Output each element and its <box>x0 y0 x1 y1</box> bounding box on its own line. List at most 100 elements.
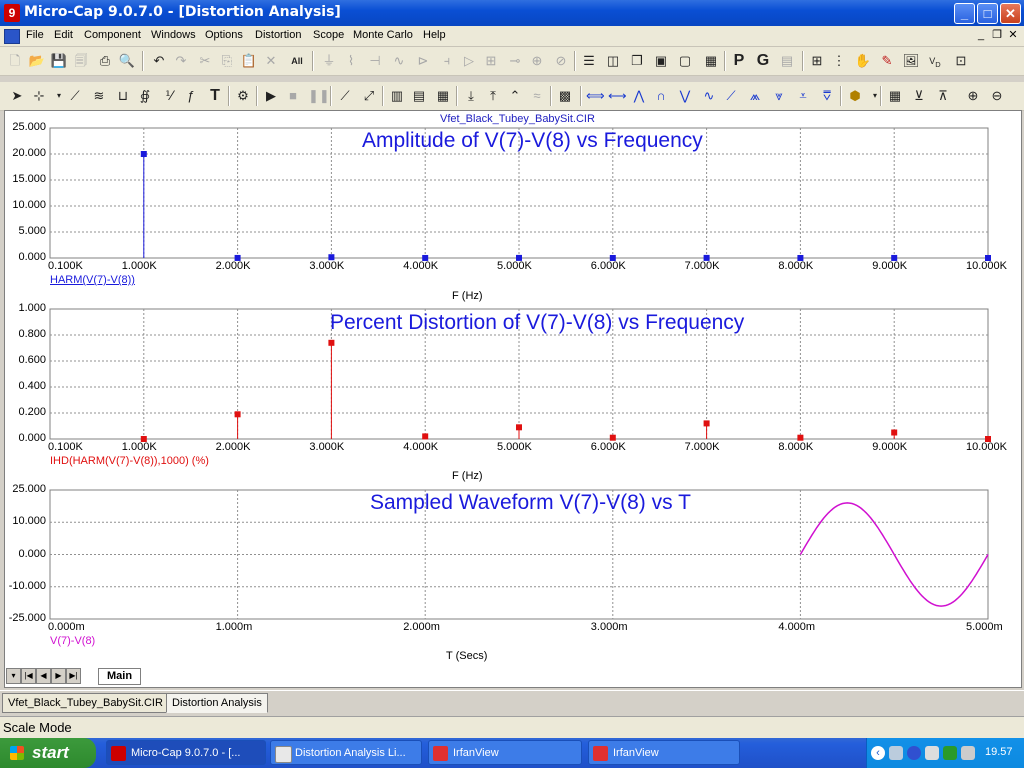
taskbar-item-label: Micro-Cap 9.0.7.0 - [... <box>131 747 241 759</box>
plot2-point <box>797 434 804 441</box>
plot1-title: Amplitude of V(7)-V(8) vs Frequency <box>362 129 703 152</box>
system-tray: ‹ 19.57 <box>866 738 1024 768</box>
plot1-xtick: 6.000K <box>590 260 626 272</box>
plot1-expression[interactable]: HARM(V(7)-V(8)) <box>50 274 135 286</box>
plot3-xtick: 3.000m <box>590 621 628 633</box>
status-bar: Scale Mode <box>0 716 1024 739</box>
page-tab-navigation: ▾ |◀ ◀ ▶ ▶| Main <box>6 668 1018 685</box>
irfanview-icon <box>593 746 608 761</box>
plot3-xtick: 4.000m <box>778 621 816 633</box>
plot2-xtick: 5.000K <box>497 441 532 453</box>
plot3-ytick: -10.000 <box>8 579 46 592</box>
plot3-xtick: 1.000m <box>215 621 253 633</box>
plot2-point <box>234 411 241 418</box>
plot2-ytick: 0.600 <box>18 354 46 366</box>
plot1-ytick: 15.000 <box>12 173 46 185</box>
plot1-ytick: 0.000 <box>18 251 46 263</box>
plot2-ytick: 1.000 <box>18 302 46 314</box>
security-icon[interactable] <box>943 746 957 760</box>
plot-graphics <box>49 127 991 620</box>
plot2-ytick: 0.400 <box>18 380 46 392</box>
device-icon[interactable] <box>961 746 975 760</box>
plot1-ytick: 25.000 <box>12 121 46 133</box>
plot1-ytick: 5.000 <box>18 225 46 237</box>
taskbar-item-irfanview-2[interactable]: IrfanView <box>588 740 740 765</box>
plot1-xtick: 0.100K <box>48 260 83 272</box>
plot2-xtick: 8.000K <box>778 441 814 453</box>
plot2-title: Percent Distortion of V(7)-V(8) vs Frequ… <box>330 311 745 334</box>
taskbar-item-irfanview-1[interactable]: IrfanView <box>428 740 582 765</box>
plot1-xtick: 8.000K <box>778 260 814 272</box>
plot2-xtick: 0.100K <box>48 441 83 453</box>
plot1-xtick: 5.000K <box>497 260 532 272</box>
taskbar-item-microcap[interactable]: Micro-Cap 9.0.7.0 - [... <box>106 740 266 765</box>
doctab-circuit[interactable]: Vfet_Black_Tubey_BabySit.CIR <box>2 693 169 713</box>
plot1-xtick: 3.000K <box>309 260 345 272</box>
plot3-ytick: 25.000 <box>12 483 46 495</box>
plot3-xtick: 2.000m <box>403 621 440 633</box>
plot1-xtick: 4.000K <box>403 260 439 272</box>
plot2-ytick: 0.200 <box>18 406 46 418</box>
doctab-distortion-analysis[interactable]: Distortion Analysis <box>166 693 268 713</box>
plot2-xtick: 3.000K <box>309 441 345 453</box>
plot2-point <box>422 433 429 440</box>
plot2-xtick: 4.000K <box>403 441 439 453</box>
plot1-xtick: 9.000K <box>872 260 908 272</box>
plot1-point <box>140 151 147 157</box>
plot1-ytick: 20.000 <box>12 147 46 159</box>
taskbar-item-label: Distortion Analysis Li... <box>295 747 406 759</box>
tab-main[interactable]: Main <box>98 668 142 685</box>
plot3-ytick: -25.000 <box>8 612 46 624</box>
nav-first-icon[interactable]: ▾ <box>6 668 21 684</box>
plot2-point <box>609 434 616 441</box>
plot2-ytick: 0.000 <box>18 432 46 444</box>
plot2-expression[interactable]: IHD(HARM(V(7)-V(8)),1000) (%) <box>50 455 209 467</box>
plot2-point <box>891 429 898 436</box>
plot2-ytick: 0.800 <box>18 328 46 340</box>
nav-next-icon[interactable]: ▶ <box>51 668 66 684</box>
taskbar-item-label: IrfanView <box>613 747 659 759</box>
document-tabs: Vfet_Black_Tubey_BabySit.CIR Distortion … <box>0 690 1024 713</box>
plot2-xtick: 2.000K <box>215 441 251 453</box>
nav-end-icon[interactable]: ▶| <box>66 668 81 684</box>
taskbar-item-label: IrfanView <box>453 747 499 759</box>
nav-prev-icon[interactable]: ◀ <box>36 668 51 684</box>
plot3-expression[interactable]: V(7)-V(8) <box>50 635 95 647</box>
clock: 19.57 <box>985 746 1013 758</box>
plot2-xtick: 6.000K <box>590 441 626 453</box>
plot2-point <box>516 424 522 431</box>
microcap-icon <box>111 746 126 761</box>
plot1-xtick: 7.000K <box>684 260 720 272</box>
taskbar: start Micro-Cap 9.0.7.0 - [... Distortio… <box>0 738 1024 768</box>
plot3-xlabel: T (Secs) <box>446 650 488 662</box>
plot2-xtick: 9.000K <box>872 441 908 453</box>
plot2-xtick: 10.000K <box>966 441 1007 453</box>
plot1-ytick: 10.000 <box>12 199 46 211</box>
plot3-xtick: 0.000m <box>48 621 85 633</box>
network-icon[interactable] <box>889 746 903 760</box>
nav-start-icon[interactable]: |◀ <box>21 668 36 684</box>
windows-logo-icon <box>10 746 24 760</box>
taskbar-item-distortion[interactable]: Distortion Analysis Li... <box>270 740 422 765</box>
plot2-xtick: 1.000K <box>121 441 157 453</box>
tray-expand-icon[interactable]: ‹ <box>871 746 885 760</box>
document-icon <box>275 746 292 763</box>
start-label: start <box>32 743 69 762</box>
printer-icon[interactable] <box>925 746 939 760</box>
bluetooth-icon[interactable] <box>907 746 921 760</box>
start-button[interactable]: start <box>0 738 96 768</box>
plot3-ytick: 0.000 <box>18 547 46 560</box>
plot2-point <box>703 420 710 427</box>
plot2-point <box>328 339 335 346</box>
irfanview-icon <box>433 746 448 761</box>
plot1-xtick: 2.000K <box>215 260 251 272</box>
plot1-xlabel: F (Hz) <box>452 290 483 302</box>
plot1-xtick: 10.000K <box>966 260 1007 272</box>
plot1-xtick: 1.000K <box>121 260 157 272</box>
status-text: Scale Mode <box>3 720 72 735</box>
plot3-title: Sampled Waveform V(7)-V(8) vs T <box>370 491 691 514</box>
plot3-xtick: 5.000m <box>966 621 1003 633</box>
plot3-ytick: 10.000 <box>12 515 46 528</box>
plot2-xlabel: F (Hz) <box>452 470 483 482</box>
plot2-xtick: 7.000K <box>684 441 720 453</box>
